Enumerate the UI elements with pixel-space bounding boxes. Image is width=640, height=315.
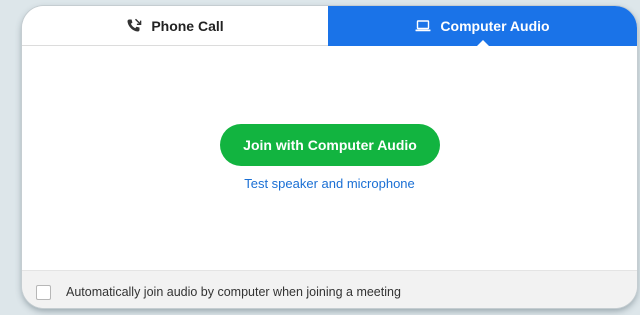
computer-icon: [415, 18, 431, 34]
tab-phone-call-label: Phone Call: [151, 17, 224, 34]
auto-join-checkbox[interactable]: [36, 285, 51, 300]
test-speaker-microphone-link[interactable]: Test speaker and microphone: [22, 176, 637, 191]
tab-phone-call[interactable]: Phone Call: [22, 6, 328, 46]
computer-audio-panel: Join with Computer Audio Test speaker an…: [22, 46, 637, 270]
audio-tabs: Phone Call Computer Audio: [22, 6, 637, 47]
auto-join-footer: Automatically join audio by computer whe…: [22, 270, 637, 308]
tab-computer-audio[interactable]: Computer Audio: [328, 6, 637, 47]
phone-icon: [126, 18, 142, 34]
auto-join-label[interactable]: Automatically join audio by computer whe…: [66, 285, 401, 299]
audio-dialog: Phone Call Computer Audio Join with Comp…: [22, 6, 637, 308]
tab-computer-audio-label: Computer Audio: [440, 18, 550, 34]
join-computer-audio-button[interactable]: Join with Computer Audio: [220, 124, 440, 166]
